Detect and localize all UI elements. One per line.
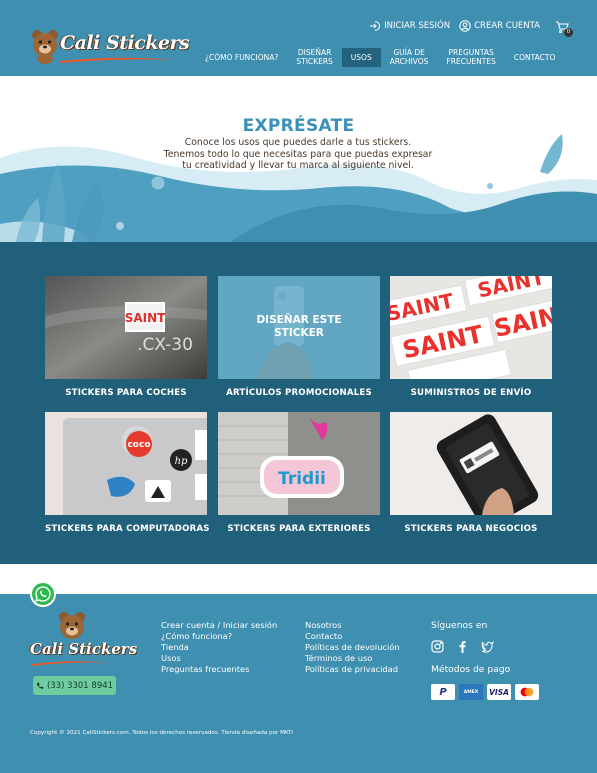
use-card-negocios[interactable]: STICKERS PARA NEGOCIOS [390,412,552,534]
use-card-label: STICKERS PARA COCHES [65,388,187,398]
hero-line: Tenemos todo lo que necesitas para que p… [163,148,433,160]
facebook-icon[interactable] [456,640,469,653]
login-label: INICIAR SESIÓN [384,21,451,31]
nav-usos[interactable]: USOS [341,47,381,67]
footer-link-terminos[interactable]: Términos de uso [305,653,400,664]
use-card-label: ARTÍCULOS PROMOCIONALES [226,388,372,398]
hero-banner: EXPRÉSATE Conoce los usos que puedes dar… [0,76,597,242]
svg-text:.CX-30: .CX-30 [137,335,193,355]
use-card-image: SAINT .CX-30 [45,276,207,379]
bear-mascot-icon [59,612,85,639]
footer-link-usos[interactable]: Usos [161,653,277,664]
footer-brand-name: Cali Stickers [30,640,138,658]
hero-line: tu creatividad y llevar tu marca al sigu… [182,160,414,171]
use-card-label: STICKERS PARA COMPUTADORAS [45,524,210,534]
footer-links-col-2: Nosotros Contacto Políticas de devolució… [305,620,400,675]
payments-heading: Métodos de pago [431,664,511,675]
use-card-promocionales[interactable]: DISEÑAR ESTE STICKER ARTÍCULOS PROMOCION… [218,276,380,398]
footer-link-tienda[interactable]: Tienda [161,642,277,653]
brand-logo[interactable]: Cali Stickers [30,26,190,68]
amex-icon: AMEX [459,684,483,700]
nav-guia-archivos[interactable]: GUÍA DE ARCHIVOS [381,47,438,67]
cart-count-badge: 0 [564,28,573,37]
use-card-envio[interactable]: SAINT SAINT SAINT SAINT SUMINISTROS DE E… [390,276,552,398]
phone-button[interactable]: (33) 3301 8941 [33,676,116,695]
use-card-image: coco hp [45,412,207,515]
use-card-exteriores[interactable]: Tridii STICKERS PARA EXTERIORES [218,412,380,534]
follow-heading: Síguenos en [431,620,488,631]
nav-label: DISEÑAR STICKERS [296,48,333,66]
twitter-icon[interactable] [481,640,494,653]
instagram-icon[interactable] [431,640,444,653]
overlay-line: STICKER [274,327,324,339]
phone-icon [36,682,44,689]
svg-text:SAINT: SAINT [125,311,166,325]
login-icon [370,21,381,31]
use-card-image: Tridii [218,412,380,515]
svg-text:coco: coco [127,440,150,450]
nav-label: GUÍA DE ARCHIVOS [389,48,429,66]
footer-link-privacidad[interactable]: Políticas de privacidad [305,664,400,675]
brand-name: Cali Stickers [60,32,190,54]
site-footer: Cali Stickers (33) 3301 8941 Crear cuent… [0,594,597,773]
phone-number: (33) 3301 8941 [46,680,114,691]
whatsapp-icon [35,586,51,602]
bear-mascot-icon [32,30,58,64]
use-card-label: STICKERS PARA EXTERIORES [227,524,371,534]
login-link[interactable]: INICIAR SESIÓN [369,20,450,32]
use-card-coches[interactable]: SAINT .CX-30 STICKERS PARA COCHES [45,276,207,398]
use-card-label: STICKERS PARA NEGOCIOS [404,524,538,534]
register-label: CREAR CUENTA [474,21,540,31]
nav-como-funciona[interactable]: ¿CÓMO FUNCIONA? [196,47,287,67]
cart-button[interactable]: 0 [555,19,573,37]
payment-methods: P AMEX VISA [431,684,539,700]
register-link[interactable]: CREAR CUENTA [459,20,540,32]
footer-links-col-1: Crear cuenta / Iniciar sesión ¿Cómo func… [161,620,277,675]
footer-link-nosotros[interactable]: Nosotros [305,620,400,631]
footer-logo[interactable]: Cali Stickers [30,610,137,670]
whatsapp-button[interactable] [30,581,56,607]
footer-link-contacto[interactable]: Contacto [305,631,400,642]
uses-section: SAINT .CX-30 STICKERS PARA COCHES DISEÑA… [0,242,597,564]
use-card-image: SAINT SAINT SAINT SAINT [390,276,552,379]
nav-label: CONTACTO [513,52,556,62]
main-nav: ¿CÓMO FUNCIONA? DISEÑAR STICKERS USOS GUÍ… [196,47,564,67]
use-card-label: SUMINISTROS DE ENVÍO [410,388,532,398]
nav-label: USOS [350,52,372,62]
mastercard-icon [515,684,539,700]
use-card-computadoras[interactable]: coco hp STICKERS PARA COMPUTADORAS [45,412,210,534]
page-title: EXPRÉSATE [242,116,355,136]
svg-text:Tridii: Tridii [278,469,326,489]
paypal-icon: P [431,684,455,700]
hero-line: Conoce los usos que puedes darle a tus s… [184,137,412,148]
svg-text:hp: hp [175,456,188,467]
design-sticker-overlay[interactable]: DISEÑAR ESTE STICKER [218,314,380,340]
overlay-line: DISEÑAR ESTE [256,314,342,326]
visa-icon: VISA [487,684,511,700]
account-links: INICIAR SESIÓN CREAR CUENTA 0 [369,19,573,37]
site-header: Cali Stickers INICIAR SESIÓN CREAR CUENT… [0,0,597,76]
footer-link-devolucion[interactable]: Políticas de devolución [305,642,400,653]
use-card-image [390,412,552,515]
logo-swoosh [32,661,114,666]
footer-link-como-funciona[interactable]: ¿Cómo funciona? [161,631,277,642]
user-icon [459,20,471,32]
nav-label: PREGUNTAS FRECUENTES [446,48,496,66]
social-links [431,640,494,653]
nav-disenar-stickers[interactable]: DISEÑAR STICKERS [287,47,341,67]
logo-swoosh [60,57,176,63]
nav-label: ¿CÓMO FUNCIONA? [205,52,279,62]
nav-contacto[interactable]: CONTACTO [505,47,564,67]
hero-description: Conoce los usos que puedes darle a tus s… [148,137,448,172]
footer-link-cuenta[interactable]: Crear cuenta / Iniciar sesión [161,620,277,631]
nav-preguntas-frecuentes[interactable]: PREGUNTAS FRECUENTES [437,47,504,67]
copyright-text: Copyright © 2021 CaliStickers.com. Todos… [30,730,293,736]
use-card-image: DISEÑAR ESTE STICKER [218,276,380,379]
footer-link-preguntas[interactable]: Preguntas frecuentes [161,664,277,675]
